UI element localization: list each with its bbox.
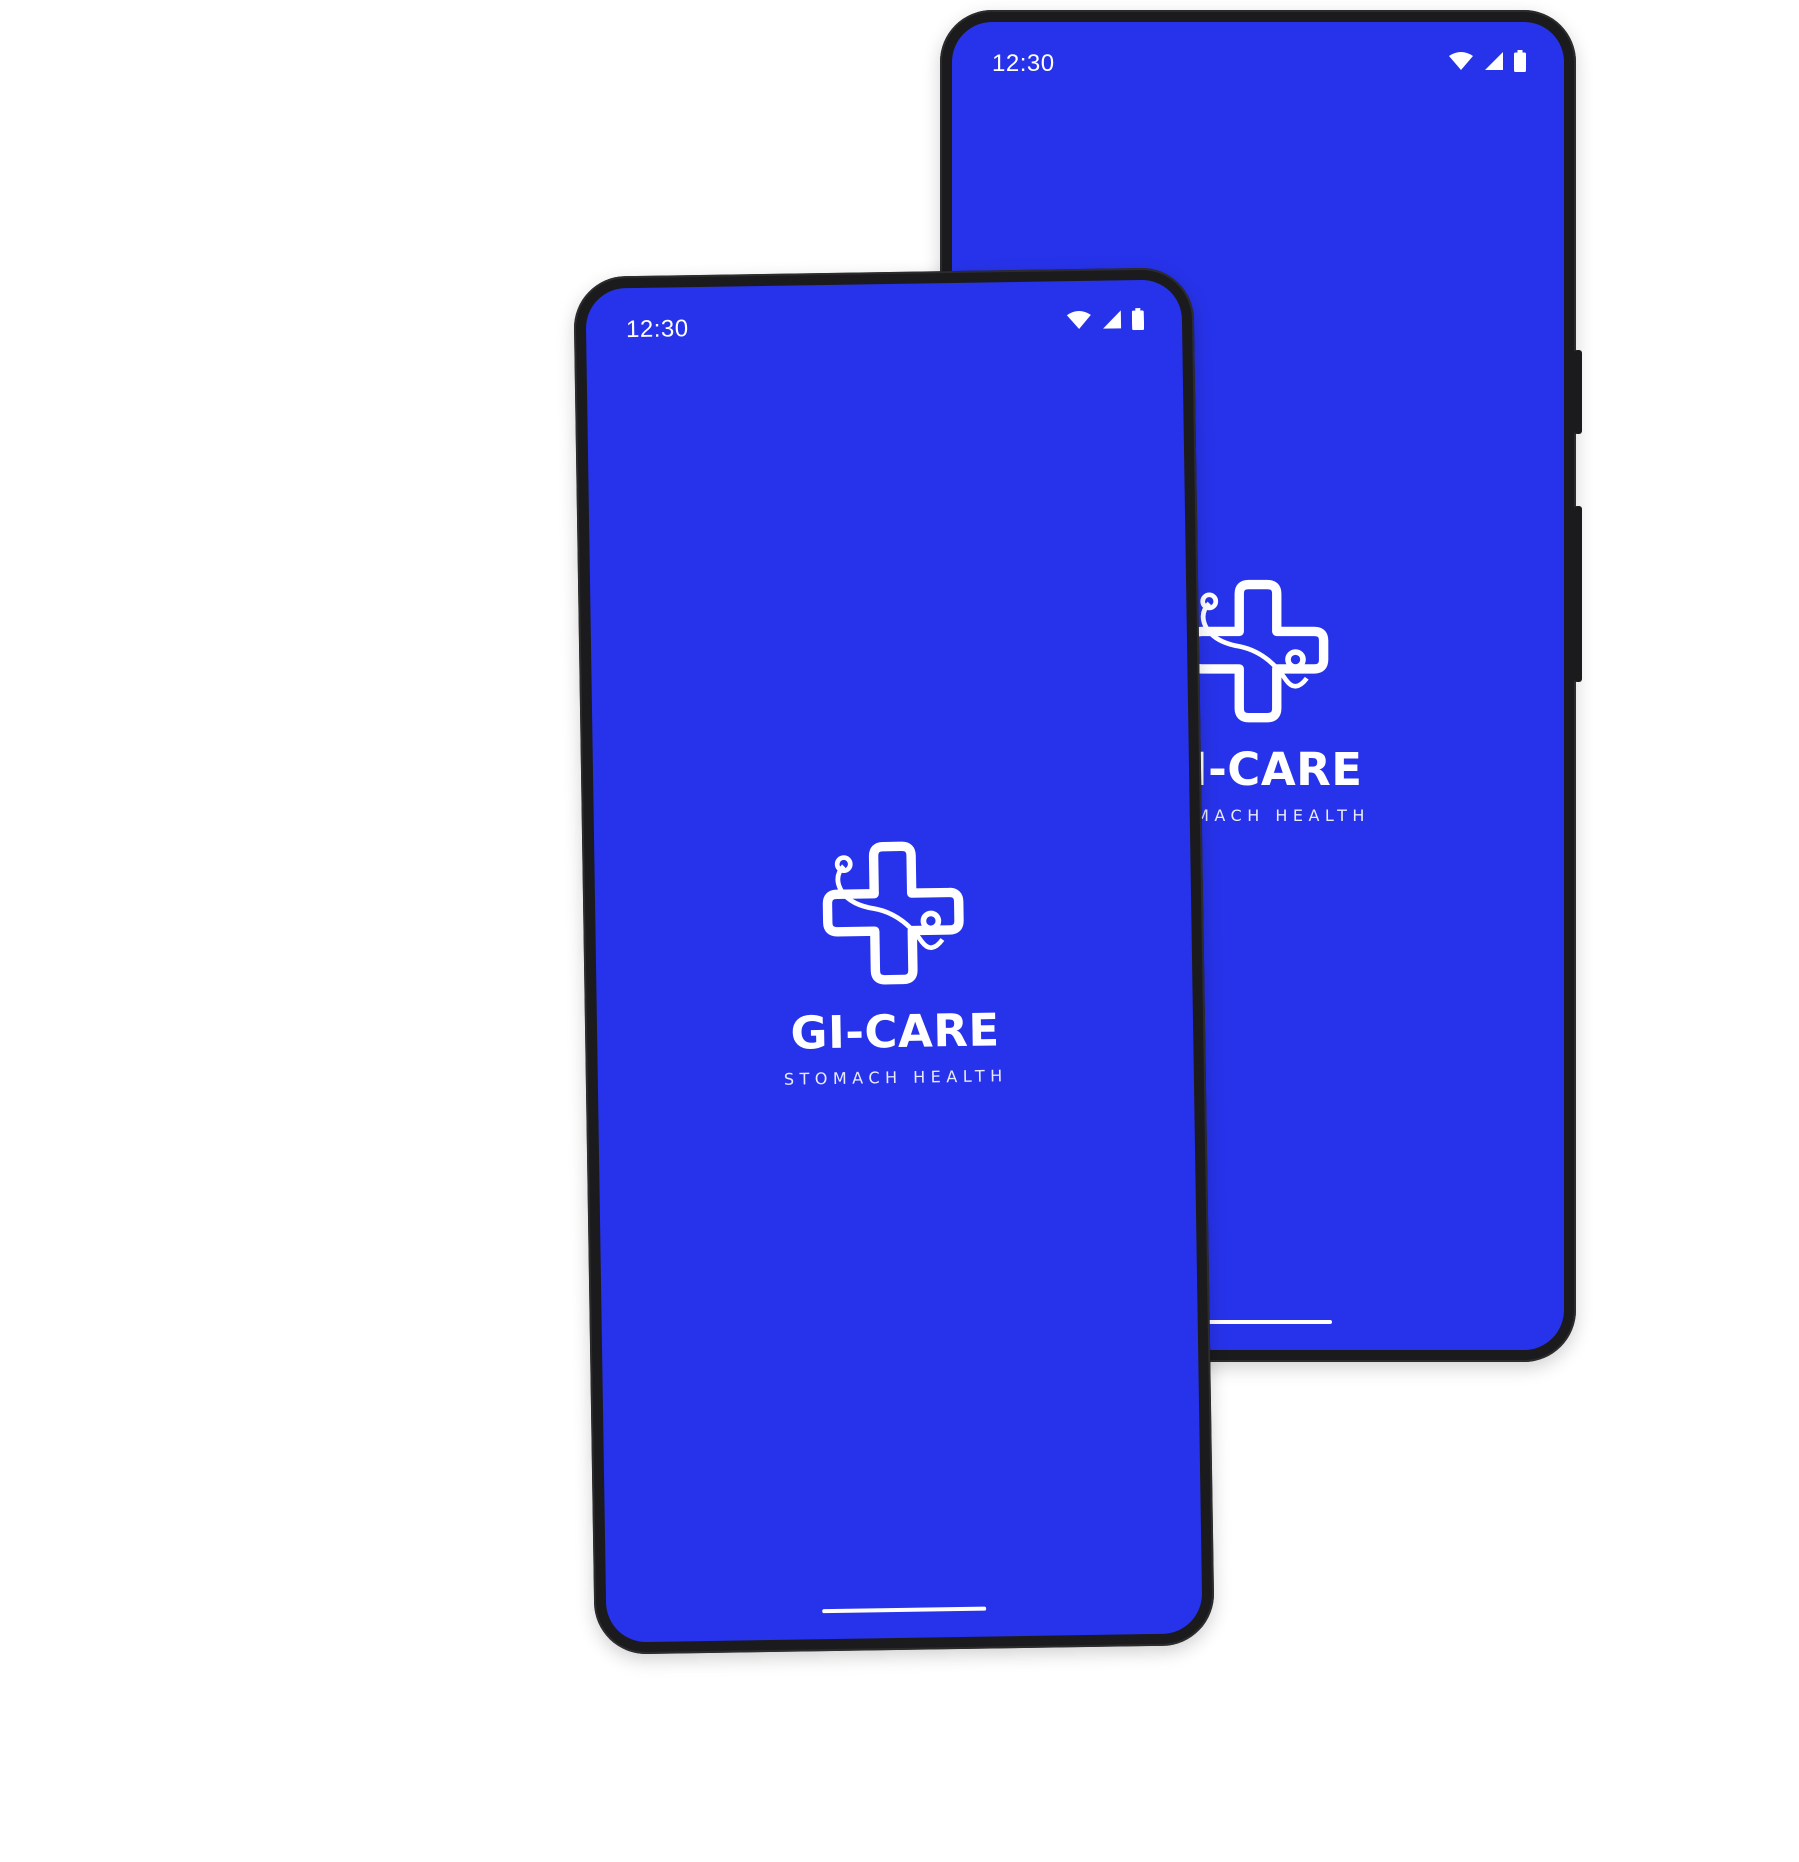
status-bar: 12:30 (952, 22, 1564, 102)
status-icons (1448, 50, 1526, 72)
cellular-signal-icon (1103, 310, 1122, 329)
cellular-signal-icon (1485, 52, 1503, 70)
brand-block: GI-CARE STOMACH HEALTH (594, 834, 1194, 1091)
front-phone: 12:30 GI-CARE STOMACH HEALTH (573, 267, 1215, 1655)
medical-cross-stethoscope-icon (1187, 579, 1329, 723)
wifi-icon (1449, 52, 1473, 70)
wifi-icon (1066, 311, 1091, 330)
status-bar: 12:30 (585, 279, 1182, 368)
home-indicator[interactable] (822, 1606, 987, 1614)
brand-tagline: STOMACH HEALTH (783, 1066, 1008, 1089)
status-time: 12:30 (992, 50, 1055, 77)
brand-title: GI-CARE (790, 1003, 1001, 1060)
medical-cross-stethoscope-icon (822, 841, 964, 985)
battery-icon (1514, 50, 1526, 72)
back-phone-power-button (1574, 350, 1582, 434)
front-phone-screen: 12:30 GI-CARE STOMACH HEALTH (585, 279, 1203, 1643)
battery-icon (1131, 308, 1145, 331)
status-icons (1066, 308, 1145, 331)
status-time: 12:30 (625, 315, 689, 344)
back-phone-volume-button (1574, 506, 1582, 682)
